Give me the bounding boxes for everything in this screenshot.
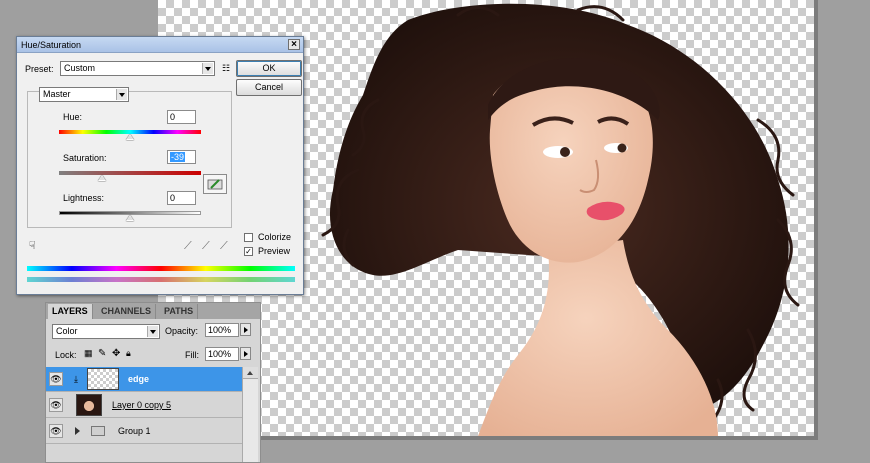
lock-image-icon[interactable]: ✎ — [98, 348, 106, 359]
lightness-input[interactable]: 0 — [167, 191, 196, 205]
fill-input[interactable]: 100% — [205, 347, 239, 361]
colorize-checkbox[interactable] — [244, 233, 253, 242]
layer-row-layer-0-copy-5[interactable]: 👁︎ Layer 0 copy 5 — [46, 393, 242, 418]
cancel-button[interactable]: Cancel — [236, 79, 302, 96]
preset-value: Custom — [64, 63, 96, 73]
saturation-value-selected: -39 — [170, 152, 186, 162]
lock-position-icon[interactable]: ✥ — [112, 348, 120, 359]
ok-button[interactable]: OK — [236, 60, 302, 77]
layers-panel: LAYERS CHANNELS PATHS Color Opacity: 100… — [45, 302, 261, 463]
panel-tabs: LAYERS CHANNELS PATHS — [46, 303, 260, 319]
fill-slider-button[interactable] — [240, 347, 251, 360]
saturation-slider-track[interactable] — [59, 171, 201, 175]
preview-label: Preview — [258, 246, 291, 256]
preset-options-icon[interactable]: ☷ — [222, 63, 230, 74]
blend-mode-value: Color — [56, 326, 78, 336]
preset-select[interactable]: Custom — [60, 61, 215, 76]
link-icon: ⤓ — [74, 374, 78, 384]
layer-name: Layer 0 copy 5 — [112, 400, 172, 410]
tab-paths[interactable]: PATHS — [160, 304, 199, 319]
scroll-up-arrow-icon[interactable] — [243, 367, 258, 379]
channel-value: Master — [43, 89, 71, 99]
preset-label: Preset: — [25, 64, 54, 74]
tab-layers[interactable]: LAYERS — [48, 304, 93, 319]
dialog-titlebar[interactable]: Hue/Saturation × — [17, 37, 303, 53]
close-icon[interactable]: × — [288, 39, 300, 50]
layer-row-group-1[interactable]: 👁︎ Group 1 — [46, 419, 242, 444]
preview-checkbox[interactable]: ✓ — [244, 247, 253, 256]
tab-channels[interactable]: CHANNELS — [97, 304, 157, 319]
opacity-input[interactable]: 100% — [205, 323, 239, 337]
layers-scrollbar[interactable] — [242, 367, 258, 462]
colorize-label: Colorize — [258, 232, 292, 242]
fill-label: Fill: — [185, 350, 199, 360]
hand-target-icon[interactable]: ☟ — [29, 241, 36, 252]
eye-icon[interactable]: 👁︎ — [49, 372, 63, 386]
chevron-down-icon — [116, 89, 127, 100]
lock-transparent-icon[interactable]: ▦ — [84, 348, 93, 359]
chevron-down-icon — [147, 326, 158, 337]
layer-thumbnail — [76, 394, 102, 416]
eye-icon[interactable]: 👁︎ — [49, 424, 63, 438]
eyedropper-icon[interactable]: ⟋ — [184, 241, 192, 252]
opacity-slider-button[interactable] — [240, 323, 251, 336]
lock-label: Lock: — [55, 350, 77, 360]
hue-label: Hue: — [63, 112, 83, 122]
output-spectrum-bar — [27, 277, 295, 282]
hue-saturation-dialog: Hue/Saturation × Preset: Custom ☷ OK Can… — [16, 36, 304, 295]
hue-slider-thumb[interactable] — [126, 134, 134, 140]
layer-name: Group 1 — [118, 426, 151, 436]
hue-input[interactable]: 0 — [167, 110, 196, 124]
lock-all-icon[interactable]: 🔒︎ — [126, 348, 131, 359]
input-spectrum-bar — [27, 266, 295, 271]
saturation-input[interactable]: -39 — [167, 150, 196, 164]
saturation-slider-thumb[interactable] — [98, 175, 107, 181]
blend-mode-select[interactable]: Color — [52, 324, 160, 339]
dialog-title: Hue/Saturation — [21, 40, 82, 50]
adjust-group-box — [27, 91, 232, 228]
colorize-eyedropper-button[interactable] — [203, 174, 227, 194]
eyedropper-plus-icon[interactable]: ⟋ — [202, 241, 210, 252]
canvas-shadow-right — [814, 0, 818, 440]
layer-row-edge[interactable]: 👁︎ ⤓ edge — [46, 367, 242, 392]
eyedropper-minus-icon[interactable]: ⟋ — [220, 241, 228, 252]
opacity-label: Opacity: — [165, 326, 199, 336]
chevron-down-icon — [202, 63, 213, 74]
channel-select[interactable]: Master — [39, 87, 129, 102]
eyedropper-icon — [207, 179, 223, 190]
folder-icon — [91, 426, 105, 436]
eye-icon[interactable]: 👁︎ — [49, 398, 63, 412]
lightness-label: Lightness: — [63, 193, 105, 203]
saturation-label: Saturation: — [63, 153, 107, 163]
lightness-slider-thumb[interactable] — [126, 215, 134, 221]
layer-name: edge — [128, 374, 150, 384]
layer-thumbnail — [87, 368, 119, 390]
expand-triangle-icon[interactable] — [75, 427, 80, 435]
